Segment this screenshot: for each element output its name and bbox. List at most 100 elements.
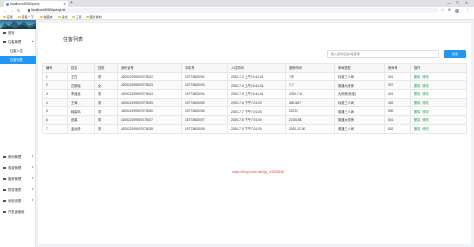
edit-link[interactable]: 修改	[422, 84, 428, 88]
maximize-icon[interactable]: ☐	[456, 0, 459, 7]
column-header: 手机号	[181, 63, 228, 73]
table-cell: 22:55:58	[285, 115, 335, 125]
table-cell: 5	[42, 106, 68, 117]
sidebar-item-guest-management[interactable]: 住客管理 ▲	[0, 38, 36, 46]
table-cell: 501	[384, 115, 411, 125]
table-cell: 普通大床房	[334, 80, 385, 91]
table-row: 2 白婉瑶 女 420022199507075023 15773602003 2…	[42, 80, 467, 91]
table-cell: 2020-7-7 下午7:01:00	[227, 106, 286, 117]
sidebar-item-label: 系统设置	[8, 199, 22, 203]
actions-cell: 删除 修改	[410, 89, 467, 99]
delete-link[interactable]: 删除	[414, 92, 420, 96]
sidebar-item-label: 收费管理	[8, 166, 22, 170]
table-cell: 1	[42, 71, 68, 82]
delete-link[interactable]: 删除	[414, 127, 420, 131]
table-cell: 普通三人间	[334, 106, 385, 117]
table-cell: 男	[94, 89, 118, 99]
delete-link[interactable]: 删除	[414, 101, 420, 105]
bookmark-item[interactable]: 工具	[72, 14, 82, 20]
minimize-icon[interactable]: —	[447, 0, 451, 7]
forward-icon[interactable]: →	[10, 7, 14, 14]
folder-icon	[86, 16, 89, 19]
url-field[interactable]: localhost:8080/queryList	[26, 8, 438, 13]
edit-link[interactable]: 修改	[422, 75, 428, 79]
new-tab-icon[interactable]: +	[70, 0, 73, 7]
table-cell: 15773602006	[181, 106, 228, 117]
room-icon	[3, 155, 6, 159]
sidebar-item-reports[interactable]: 财务报表 ▼	[0, 186, 36, 194]
edit-link[interactable]: 修改	[422, 127, 428, 131]
column-header: 身份证号	[117, 63, 182, 73]
table-cell: 3	[42, 89, 68, 99]
delete-link[interactable]: 删除	[414, 84, 420, 88]
table-cell: 22222	[285, 106, 335, 117]
table-cell: 7天	[285, 71, 335, 82]
table-cell: 7-7	[285, 80, 335, 91]
edit-link[interactable]: 修改	[422, 118, 428, 122]
table-cell: 307	[384, 80, 411, 91]
table-cell: 白婉瑶	[67, 80, 95, 91]
table-cell: 401	[384, 89, 411, 99]
bookmark-item[interactable]: 图片素材	[86, 14, 102, 20]
delete-link[interactable]: 删除	[414, 110, 420, 114]
table-cell: 15773602003	[181, 80, 228, 91]
table-cell: 2020-7-4 上午10:41:41	[227, 80, 286, 91]
url-text: localhost:8080/queryList	[31, 8, 66, 12]
search-button[interactable]: 搜索	[444, 50, 466, 58]
star-icon[interactable]: ☆	[441, 7, 444, 14]
sidebar-subitem-checkin[interactable]: 住客入住	[0, 47, 36, 55]
table-row: 7 孟运龄 男 420022199507075028 15773602008 2…	[42, 123, 467, 134]
actions-cell: 删除 修改	[410, 106, 467, 117]
sidebar-item-home[interactable]: 首页	[0, 29, 36, 37]
window-close-icon[interactable]: ✕	[465, 0, 468, 7]
table-cell: 420022199507075022	[117, 71, 182, 82]
chevron-down-icon: ▼	[31, 166, 34, 169]
bookmark-item[interactable]: 读书	[58, 14, 68, 20]
extensions-icon[interactable]: ⊞	[448, 7, 451, 14]
profile-avatar[interactable]	[455, 8, 459, 13]
table-row: 3 李逍遥 男 420022199507075024 15773602004 2…	[42, 89, 467, 99]
table-cell: 420022199507075027	[117, 115, 182, 125]
menu-icon[interactable]: ⋮	[466, 7, 470, 14]
logo	[0, 20, 36, 29]
table-cell: 2020-7-3 上午10:41:41	[227, 71, 286, 82]
table-row: 6 张翼 男 420022199507075027 15773602007 20…	[42, 115, 467, 125]
sidebar-item-room-management[interactable]: 房间管理 ▼	[0, 153, 36, 161]
edit-link[interactable]: 修改	[422, 110, 428, 114]
sidebar-item-developer[interactable]: 开发者使用	[0, 208, 36, 216]
home-icon	[3, 31, 6, 35]
delete-link[interactable]: 删除	[414, 75, 420, 79]
edit-link[interactable]: 修改	[422, 92, 428, 96]
column-header: 编号	[42, 63, 68, 73]
sidebar-item-rooms[interactable]: 客房管理 ▼	[0, 175, 36, 183]
delete-link[interactable]: 删除	[414, 118, 420, 122]
chevron-down-icon: ▼	[31, 188, 34, 191]
sidebar-item-billing[interactable]: 收费管理 ▼	[0, 164, 36, 172]
reload-icon[interactable]: ↻	[17, 7, 20, 14]
table-cell: 4	[42, 97, 68, 108]
table-cell: 王海	[67, 97, 95, 108]
bookmark-label: 读书	[61, 15, 68, 19]
table-cell: 张翼	[67, 115, 95, 125]
table-cell: 2020-7-9 下午7:01:00	[227, 123, 286, 134]
table-cell: 6	[42, 115, 68, 125]
table-cell: 大床房(标准)	[334, 89, 385, 99]
sidebar-subitem-label: 住客入住	[10, 49, 23, 53]
table-cell: 标准三人间	[334, 97, 385, 108]
folder-icon	[72, 16, 75, 19]
apps-icon	[3, 16, 6, 19]
folder-icon	[40, 16, 43, 19]
actions-cell: 删除 修改	[410, 115, 467, 125]
table-row: 4 王海 男 420022199507075025 15773602005 20…	[42, 97, 467, 108]
search-input[interactable]	[327, 50, 439, 58]
page-favicon-icon	[5, 2, 9, 6]
bookmark-item[interactable]: 收藏夹	[40, 14, 53, 20]
table-cell: 标准三人间	[334, 71, 385, 82]
edit-link[interactable]: 修改	[422, 101, 428, 105]
back-icon[interactable]: ←	[3, 7, 7, 14]
table-cell: 2020-7-8 下午7:01:00	[227, 115, 286, 125]
sidebar-subitem-guest-list[interactable]: 住客列表	[0, 56, 36, 64]
table-cell: 李逍遥	[67, 89, 95, 99]
table-cell: 420022199507075024	[117, 89, 182, 99]
sidebar-item-settings[interactable]: 系统设置 ▼	[0, 197, 36, 205]
